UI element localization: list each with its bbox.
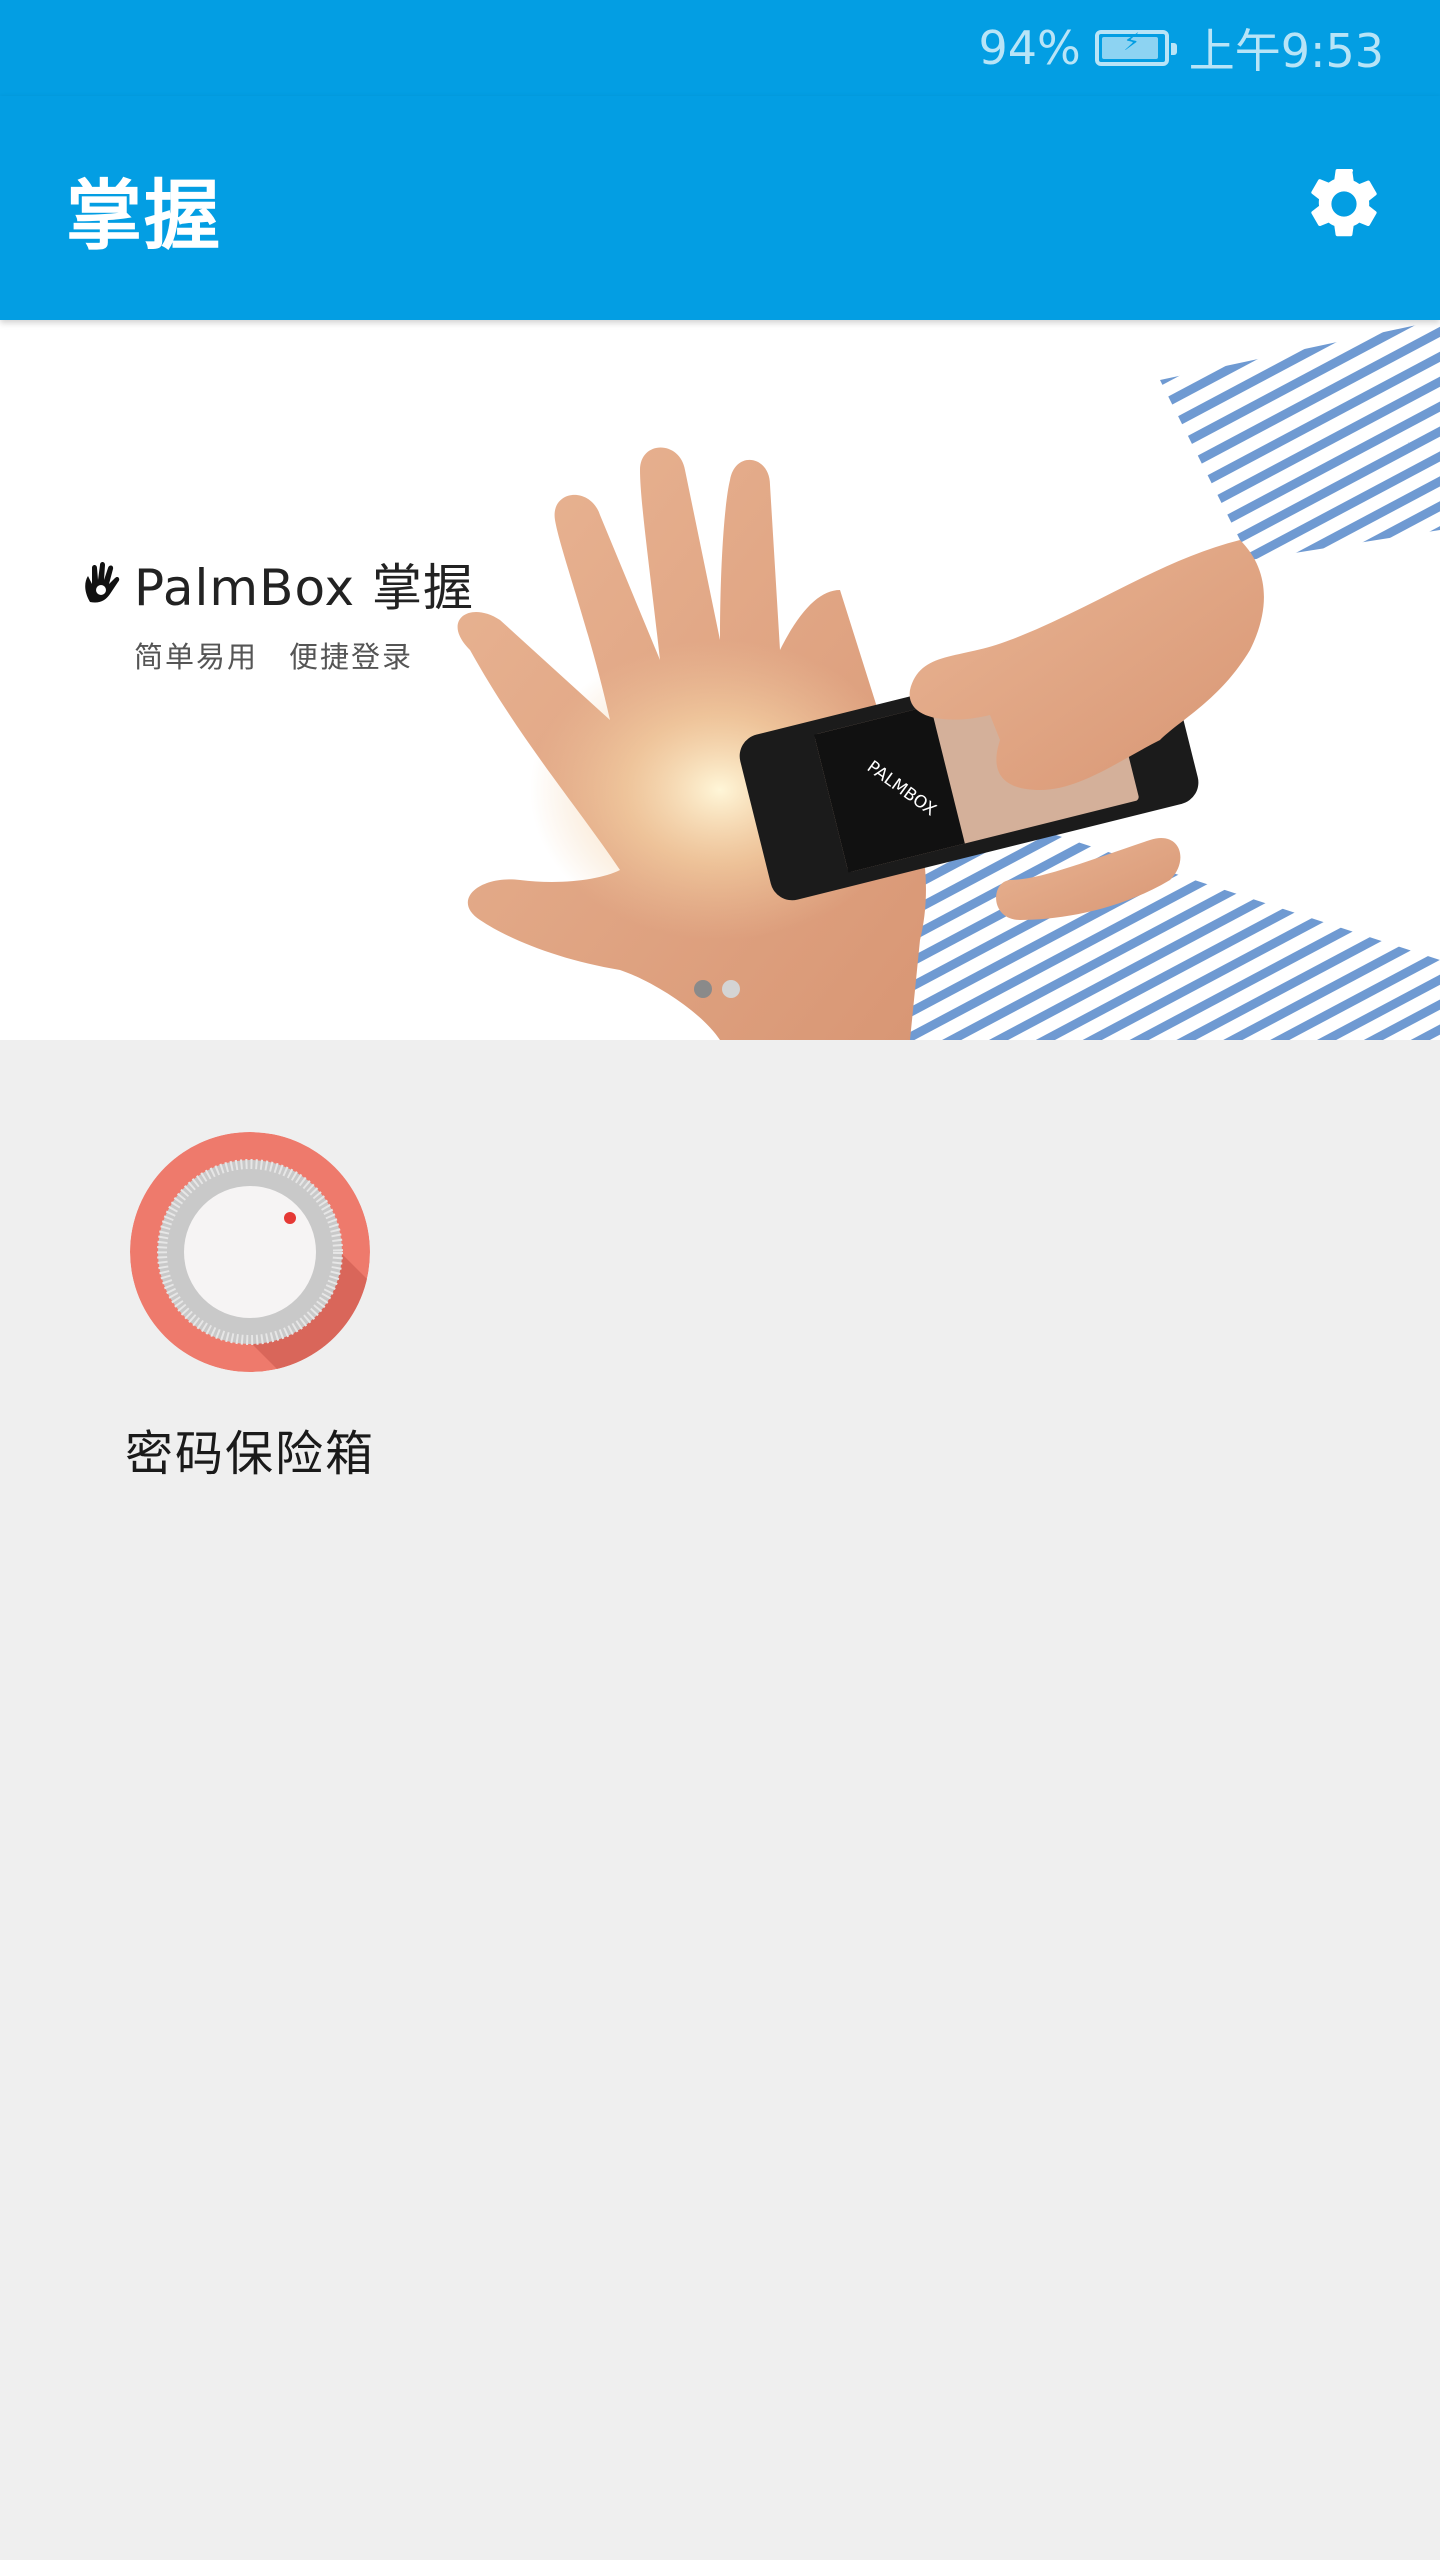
pager-dot[interactable] [694,980,712,998]
status-indicators: 94% ⚡ 上午9:53 [978,18,1384,78]
app-bar: 掌握 [0,96,1440,320]
password-vault-label: 密码保险箱 [124,1426,375,1482]
brand-block: PalmBox 掌握 简单易用 便捷登录 [82,548,474,676]
brand-subtitle: 简单易用 便捷登录 [134,640,414,674]
password-vault-tile[interactable]: 密码保险箱 [122,1130,378,1484]
battery-icon: ⚡ [1094,28,1177,66]
settings-button[interactable] [1298,158,1390,250]
gear-icon [1311,168,1377,237]
status-bar: 94% ⚡ 上午9:53 [0,0,1440,96]
dial-marker [284,1212,296,1224]
banner-pager [694,980,740,998]
battery-percent: 94% [978,21,1081,75]
safe-dial-icon [130,1132,370,1372]
charging-icon: ⚡ [1123,28,1141,56]
promo-banner[interactable]: PALMBOX PalmBox 掌握 简单易用 便捷登录 [0,320,1440,1040]
banner-illustration: PALMBOX [457,320,1440,1040]
status-time: 上午9:53 [1188,24,1384,78]
pager-dot[interactable] [722,980,740,998]
palm-logo-icon [85,562,120,603]
brand-title: PalmBox 掌握 [134,559,474,617]
app-title: 掌握 [66,171,222,260]
